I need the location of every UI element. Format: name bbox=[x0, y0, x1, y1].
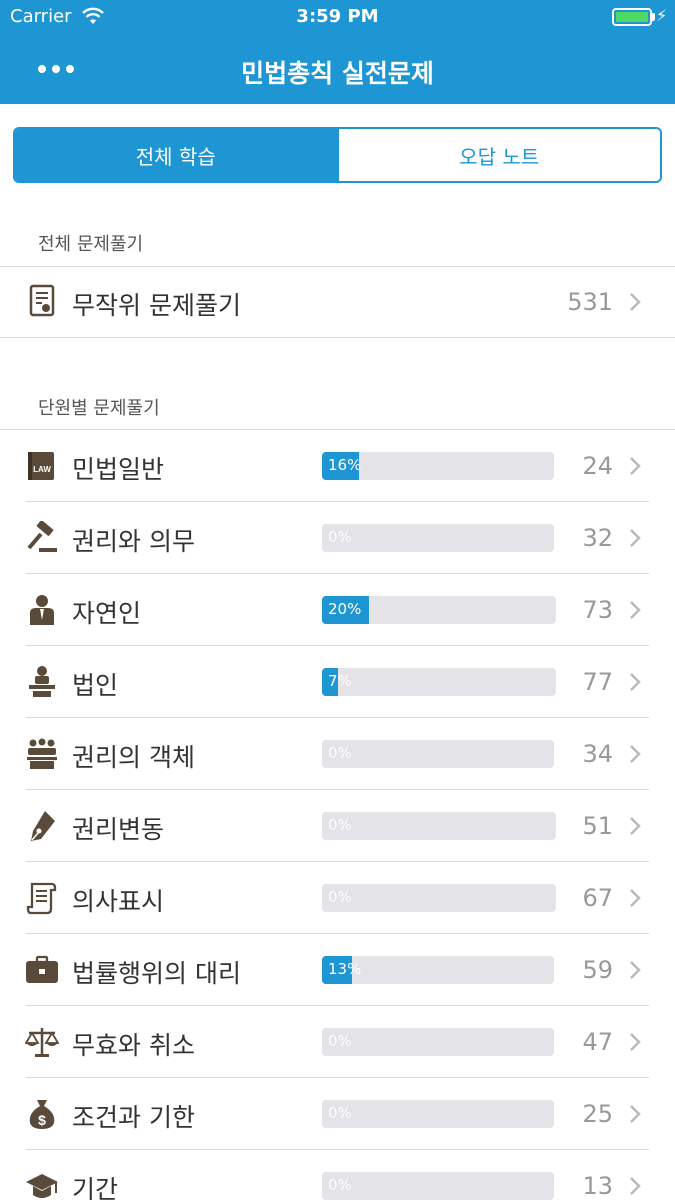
question-count: 24 bbox=[582, 452, 613, 480]
unit-label: 권리변동 bbox=[72, 815, 165, 844]
progress-bar: 0% bbox=[322, 1172, 554, 1200]
charging-icon: ⚡ bbox=[656, 6, 668, 25]
progress-percent: 0% bbox=[328, 1104, 352, 1122]
unit-label: 자연인 bbox=[72, 599, 142, 628]
unit-label: 민법일반 bbox=[72, 455, 165, 484]
segmented-control: 전체 학습 오답 노트 bbox=[13, 127, 662, 183]
unit-row[interactable]: 권리의 객체 0% 34 bbox=[0, 718, 675, 790]
progress-bar: 16% bbox=[322, 452, 554, 480]
progress-bar: 13% bbox=[322, 956, 554, 984]
fountain-pen-icon bbox=[31, 811, 55, 841]
navigation-bar: Carrier 3:59 PM ⚡ 민법총칙 실전문제 bbox=[0, 0, 675, 104]
question-count: 51 bbox=[582, 812, 613, 840]
money-bag-icon: $ bbox=[29, 1100, 55, 1129]
progress-percent: 0% bbox=[328, 888, 352, 906]
progress-percent: 0% bbox=[328, 1176, 352, 1194]
audience-icon bbox=[27, 738, 57, 769]
chevron-right-icon bbox=[630, 293, 641, 311]
section-header-all: 전체 문제풀기 bbox=[38, 234, 144, 255]
tab-all-study[interactable]: 전체 학습 bbox=[15, 129, 337, 181]
person-suit-icon bbox=[30, 595, 54, 625]
progress-bar: 0% bbox=[322, 1100, 554, 1128]
progress-bar: 0% bbox=[322, 524, 554, 552]
question-count: 25 bbox=[582, 1100, 613, 1128]
progress-bar: 20% bbox=[322, 596, 556, 624]
chevron-right-icon bbox=[630, 745, 641, 763]
progress-bar: 0% bbox=[322, 884, 556, 912]
chevron-right-icon bbox=[630, 529, 641, 547]
status-time: 3:59 PM bbox=[296, 6, 379, 27]
unit-row[interactable]: 의사표시 0% 67 bbox=[0, 862, 675, 934]
progress-bar: 0% bbox=[322, 740, 554, 768]
unit-row[interactable]: 무효와 취소 0% 47 bbox=[0, 1006, 675, 1078]
progress-percent: 0% bbox=[328, 744, 352, 762]
podium-speaker-icon bbox=[29, 666, 55, 697]
question-count: 77 bbox=[582, 668, 613, 696]
chevron-right-icon bbox=[630, 889, 641, 907]
question-count: 59 bbox=[582, 956, 613, 984]
progress-percent: 0% bbox=[328, 1032, 352, 1050]
certificate-icon bbox=[29, 284, 55, 317]
divider bbox=[0, 337, 675, 338]
gavel-icon bbox=[27, 521, 57, 552]
unit-label: 법인 bbox=[72, 671, 119, 700]
battery-cap bbox=[652, 13, 655, 21]
question-count: 47 bbox=[582, 1028, 613, 1056]
chevron-right-icon bbox=[630, 457, 641, 475]
unit-row[interactable]: 법인 7% 77 bbox=[0, 646, 675, 718]
random-quiz-row[interactable]: 무작위 문제풀기 531 bbox=[0, 267, 675, 337]
progress-percent: 7% bbox=[328, 672, 352, 690]
chevron-right-icon bbox=[630, 1177, 641, 1195]
svg-text:$: $ bbox=[38, 1112, 46, 1128]
chevron-right-icon bbox=[630, 1033, 641, 1051]
question-count: 34 bbox=[582, 740, 613, 768]
unit-label: 의사표시 bbox=[72, 887, 165, 916]
unit-label: 무효와 취소 bbox=[72, 1031, 195, 1060]
question-count: 13 bbox=[582, 1172, 613, 1200]
scroll-icon bbox=[26, 882, 57, 915]
progress-bar: 7% bbox=[322, 668, 556, 696]
question-count: 32 bbox=[582, 524, 613, 552]
progress-percent: 13% bbox=[328, 960, 362, 978]
chevron-right-icon bbox=[630, 1105, 641, 1123]
tab-wrong-notes[interactable]: 오답 노트 bbox=[336, 129, 660, 181]
progress-bar: 0% bbox=[322, 812, 556, 840]
unit-row[interactable]: 자연인 20% 73 bbox=[0, 574, 675, 646]
unit-label: 법률행위의 대리 bbox=[72, 959, 241, 988]
unit-row[interactable]: 권리변동 0% 51 bbox=[0, 790, 675, 862]
unit-label: 권리의 객체 bbox=[72, 743, 195, 772]
progress-percent: 0% bbox=[328, 816, 352, 834]
question-count: 73 bbox=[582, 596, 613, 624]
unit-label: 조건과 기한 bbox=[72, 1103, 195, 1132]
progress-bar: 0% bbox=[322, 1028, 554, 1056]
chevron-right-icon bbox=[630, 673, 641, 691]
briefcase-icon bbox=[26, 955, 58, 983]
random-quiz-label: 무작위 문제풀기 bbox=[72, 291, 241, 320]
chevron-right-icon bbox=[630, 961, 641, 979]
progress-percent: 16% bbox=[328, 456, 362, 474]
svg-text:LAW: LAW bbox=[33, 465, 51, 474]
battery-icon bbox=[612, 8, 652, 26]
unit-row[interactable]: LAW 민법일반 16% 24 bbox=[0, 430, 675, 502]
page-title: 민법총칙 실전문제 bbox=[241, 59, 434, 88]
progress-percent: 20% bbox=[328, 600, 362, 618]
progress-percent: 0% bbox=[328, 528, 352, 546]
unit-row[interactable]: 권리와 의무 0% 32 bbox=[0, 502, 675, 574]
chevron-right-icon bbox=[630, 601, 641, 619]
unit-label: 권리와 의무 bbox=[72, 527, 195, 556]
unit-row[interactable]: 기간 0% 13 bbox=[0, 1150, 675, 1200]
chevron-right-icon bbox=[630, 817, 641, 835]
question-count: 67 bbox=[582, 884, 613, 912]
unit-row[interactable]: $ 조건과 기한 0% 25 bbox=[0, 1078, 675, 1150]
section-header-units: 단원별 문제풀기 bbox=[38, 398, 160, 419]
law-book-icon: LAW bbox=[28, 452, 54, 480]
status-bar: Carrier 3:59 PM ⚡ bbox=[0, 0, 675, 34]
unit-row[interactable]: 법률행위의 대리 13% 59 bbox=[0, 934, 675, 1006]
random-quiz-count: 531 bbox=[567, 288, 613, 316]
unit-label: 기간 bbox=[72, 1175, 119, 1200]
scales-icon bbox=[25, 1028, 59, 1057]
graduation-cap-icon bbox=[26, 1174, 58, 1198]
